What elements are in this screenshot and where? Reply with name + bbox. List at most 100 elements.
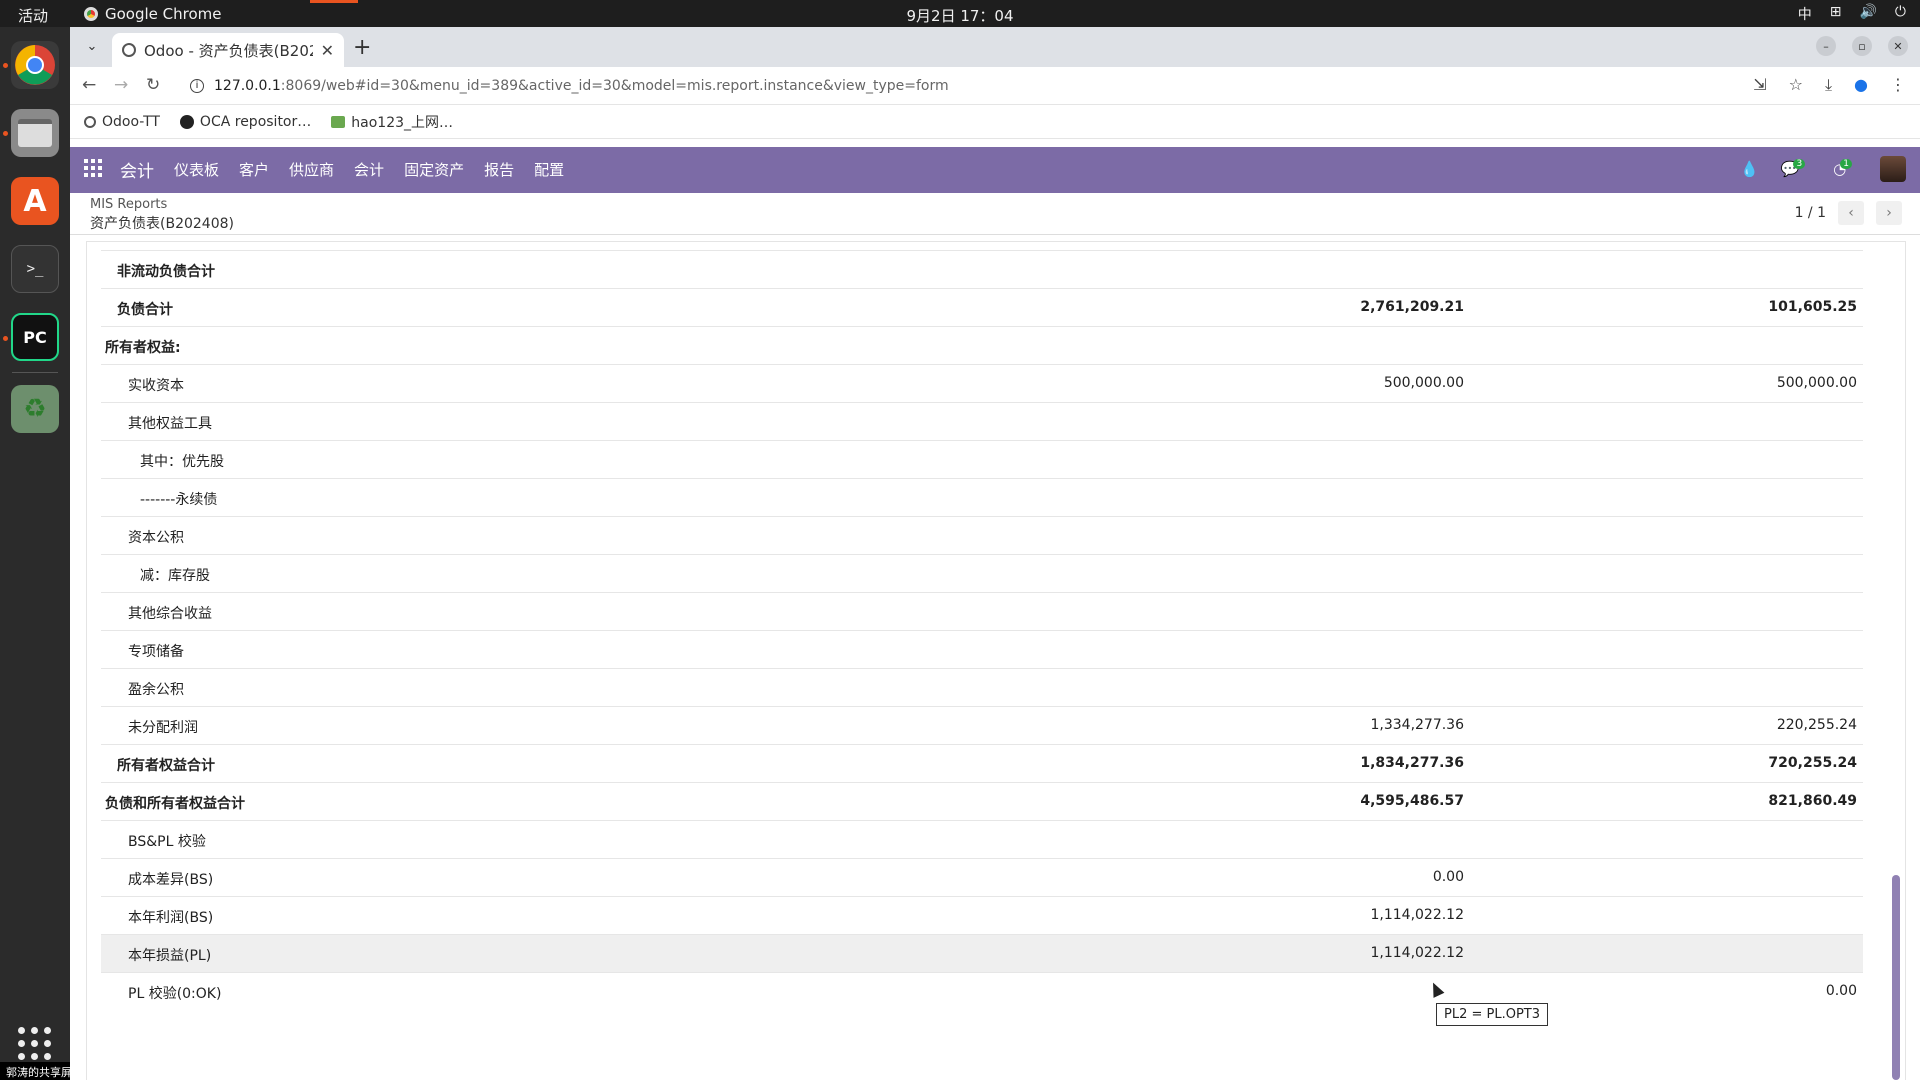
download-icon[interactable]: ⤓ xyxy=(1825,75,1832,95)
row-label: 实收资本 xyxy=(128,378,184,394)
user-avatar[interactable] xyxy=(1880,156,1906,182)
report-row: 其他综合收益 xyxy=(101,592,1863,630)
reload-icon[interactable]: ↻ xyxy=(146,75,160,95)
github-icon xyxy=(179,114,194,129)
activities-badge: 1 xyxy=(1840,159,1852,169)
messages-badge: 3 xyxy=(1793,159,1806,169)
value-comparison-period[interactable]: 0.00 xyxy=(1826,983,1857,999)
breadcrumb-parent[interactable]: MIS Reports xyxy=(90,197,234,212)
chrome-menu-icon[interactable]: ⋮ xyxy=(1890,75,1906,95)
row-label: BS&PL 校验 xyxy=(128,834,206,850)
window-controls: – ▫ ✕ xyxy=(1816,36,1908,56)
minimize-icon[interactable]: – xyxy=(1816,36,1836,56)
breadcrumb: MIS Reports 资产负债表(B202408) xyxy=(90,197,234,233)
show-apps-icon[interactable] xyxy=(18,1027,52,1061)
report-row: 未分配利润 1,334,277.36 220,255.24 xyxy=(101,706,1863,744)
volume-icon[interactable]: 🔊 xyxy=(1859,4,1876,24)
profile-icon[interactable]: ● xyxy=(1854,75,1868,95)
install-app-icon[interactable]: ⇲ xyxy=(1753,75,1766,95)
close-tab-icon[interactable]: ✕ xyxy=(321,41,334,60)
address-bar[interactable]: i 127.0.0.1:8069/web#id=30&menu_id=389&a… xyxy=(190,71,1760,101)
bookmark-label: hao123_上网… xyxy=(351,114,454,131)
value-comparison-period[interactable]: 821,860.49 xyxy=(1768,793,1857,809)
app-switcher-icon[interactable] xyxy=(84,159,102,177)
menu-customers[interactable]: 客户 xyxy=(239,159,269,182)
value-current-period[interactable]: 1,334,277.36 xyxy=(1370,717,1464,733)
report-row: 专项储备 xyxy=(101,630,1863,668)
next-record-icon[interactable]: › xyxy=(1876,201,1902,225)
value-comparison-period[interactable]: 220,255.24 xyxy=(1777,717,1857,733)
row-label: 其他综合收益 xyxy=(128,606,212,622)
row-label: 负债和所有者权益合计 xyxy=(105,796,245,812)
forward-icon[interactable]: → xyxy=(114,75,128,95)
maximize-icon[interactable]: ▫ xyxy=(1852,36,1872,56)
value-current-period[interactable]: 1,114,022.12 xyxy=(1370,907,1464,923)
main-menu: 会计 仪表板 客户 供应商 会计 固定资产 报告 配置 xyxy=(120,159,564,182)
odoo-icon xyxy=(84,115,96,128)
row-label: 成本差异(BS) xyxy=(128,872,214,888)
browser-window: ⌄ Odoo - 资产负债表(B202 ✕ + – ▫ ✕ ← → ↻ i 12… xyxy=(70,27,1920,1080)
report-sheet: 非流动负债合计 负债合计 2,761,209.21 101,605.25 所有者权益: 实… xyxy=(86,241,1906,1080)
trash-icon[interactable]: ♻ xyxy=(11,385,59,433)
value-current-period[interactable]: 2,761,209.21 xyxy=(1360,299,1464,315)
terminal-icon[interactable]: >_ xyxy=(11,245,59,293)
report-row: 实收资本 500,000.00 500,000.00 xyxy=(101,364,1863,402)
value-current-period[interactable]: 1,834,277.36 xyxy=(1360,755,1464,771)
clock[interactable]: 9月2日 17：04 xyxy=(0,5,1920,26)
report-row: BS&PL 校验 xyxy=(101,820,1863,858)
value-comparison-period[interactable]: 101,605.25 xyxy=(1768,299,1857,315)
scrollbar[interactable] xyxy=(1892,875,1900,1080)
new-tab-icon[interactable]: + xyxy=(353,35,371,60)
value-comparison-period[interactable]: 500,000.00 xyxy=(1777,375,1857,391)
menu-dashboard[interactable]: 仪表板 xyxy=(174,159,219,182)
report-table: 非流动负债合计 负债合计 2,761,209.21 101,605.25 所有者权益: 实… xyxy=(101,250,1863,1010)
power-icon[interactable]: ⏻ xyxy=(1895,4,1906,24)
messages-icon[interactable]: 💬3 xyxy=(1781,159,1811,178)
control-panel: MIS Reports 资产负债表(B202408) 1 / 1 ‹ › xyxy=(70,193,1920,235)
pager-value[interactable]: 1 / 1 xyxy=(1795,205,1826,221)
app-name[interactable]: 会计 xyxy=(120,157,154,182)
menu-reporting[interactable]: 报告 xyxy=(484,159,514,182)
row-label: 本年损益(PL) xyxy=(128,948,212,964)
value-current-period[interactable]: 500,000.00 xyxy=(1384,375,1464,391)
report-row: -------永续债 xyxy=(101,478,1863,516)
menu-configuration[interactable]: 配置 xyxy=(534,159,564,182)
files-icon[interactable] xyxy=(11,109,59,157)
tab-strip: ⌄ Odoo - 资产负债表(B202 ✕ + – ▫ ✕ xyxy=(70,27,1920,67)
value-current-period[interactable]: 4,595,486.57 xyxy=(1360,793,1464,809)
value-comparison-period[interactable]: 720,255.24 xyxy=(1768,755,1857,771)
pycharm-icon[interactable]: PC xyxy=(11,313,59,361)
system-tray[interactable]: 中 ⊞ 🔊 ⏻ xyxy=(1798,4,1906,24)
row-label: -------永续债 xyxy=(140,492,218,508)
network-icon[interactable]: ⊞ xyxy=(1830,4,1842,24)
bookmark-star-icon[interactable]: ☆ xyxy=(1789,75,1803,95)
bookmark-hao123[interactable]: hao123_上网… xyxy=(331,112,453,132)
report-row: 减：库存股 xyxy=(101,554,1863,592)
odoo-navbar: 会计 仪表板 客户 供应商 会计 固定资产 报告 配置 💧 💬3 ◔1 xyxy=(70,147,1920,193)
menu-vendors[interactable]: 供应商 xyxy=(289,159,334,182)
previous-record-icon[interactable]: ‹ xyxy=(1838,201,1864,225)
report-row: PL 校验(0:OK) 0.00 xyxy=(101,972,1863,1010)
close-window-icon[interactable]: ✕ xyxy=(1888,36,1908,56)
input-method-indicator[interactable]: 中 xyxy=(1798,4,1812,24)
bookmark-oca[interactable]: OCA repositor… xyxy=(179,114,311,130)
debug-drop-icon[interactable]: 💧 xyxy=(1740,160,1759,178)
value-current-period[interactable]: 0.00 xyxy=(1433,869,1464,885)
menu-assets[interactable]: 固定资产 xyxy=(404,159,464,182)
bookmark-odoo-tt[interactable]: Odoo-TT xyxy=(84,114,160,130)
value-current-period[interactable]: 1,114,022.12 xyxy=(1370,945,1464,961)
report-row: 资本公积 xyxy=(101,516,1863,554)
tab-title: Odoo - 资产负债表(B202 xyxy=(144,41,313,60)
activities-icon[interactable]: ◔1 xyxy=(1833,159,1858,178)
site-info-icon[interactable]: i xyxy=(190,79,204,93)
tab-odoo[interactable]: Odoo - 资产负债表(B202 ✕ xyxy=(112,33,344,67)
report-row: 所有者权益合计 1,834,277.36 720,255.24 xyxy=(101,744,1863,782)
software-center-icon[interactable]: A xyxy=(11,177,59,225)
recording-indicator xyxy=(310,0,358,3)
tab-search-icon[interactable]: ⌄ xyxy=(80,35,104,59)
back-icon[interactable]: ← xyxy=(82,75,96,95)
menu-accounting[interactable]: 会计 xyxy=(354,159,384,182)
dock-separator xyxy=(12,372,58,373)
chrome-launcher-icon[interactable] xyxy=(11,41,59,89)
row-label: 本年利润(BS) xyxy=(128,910,214,926)
